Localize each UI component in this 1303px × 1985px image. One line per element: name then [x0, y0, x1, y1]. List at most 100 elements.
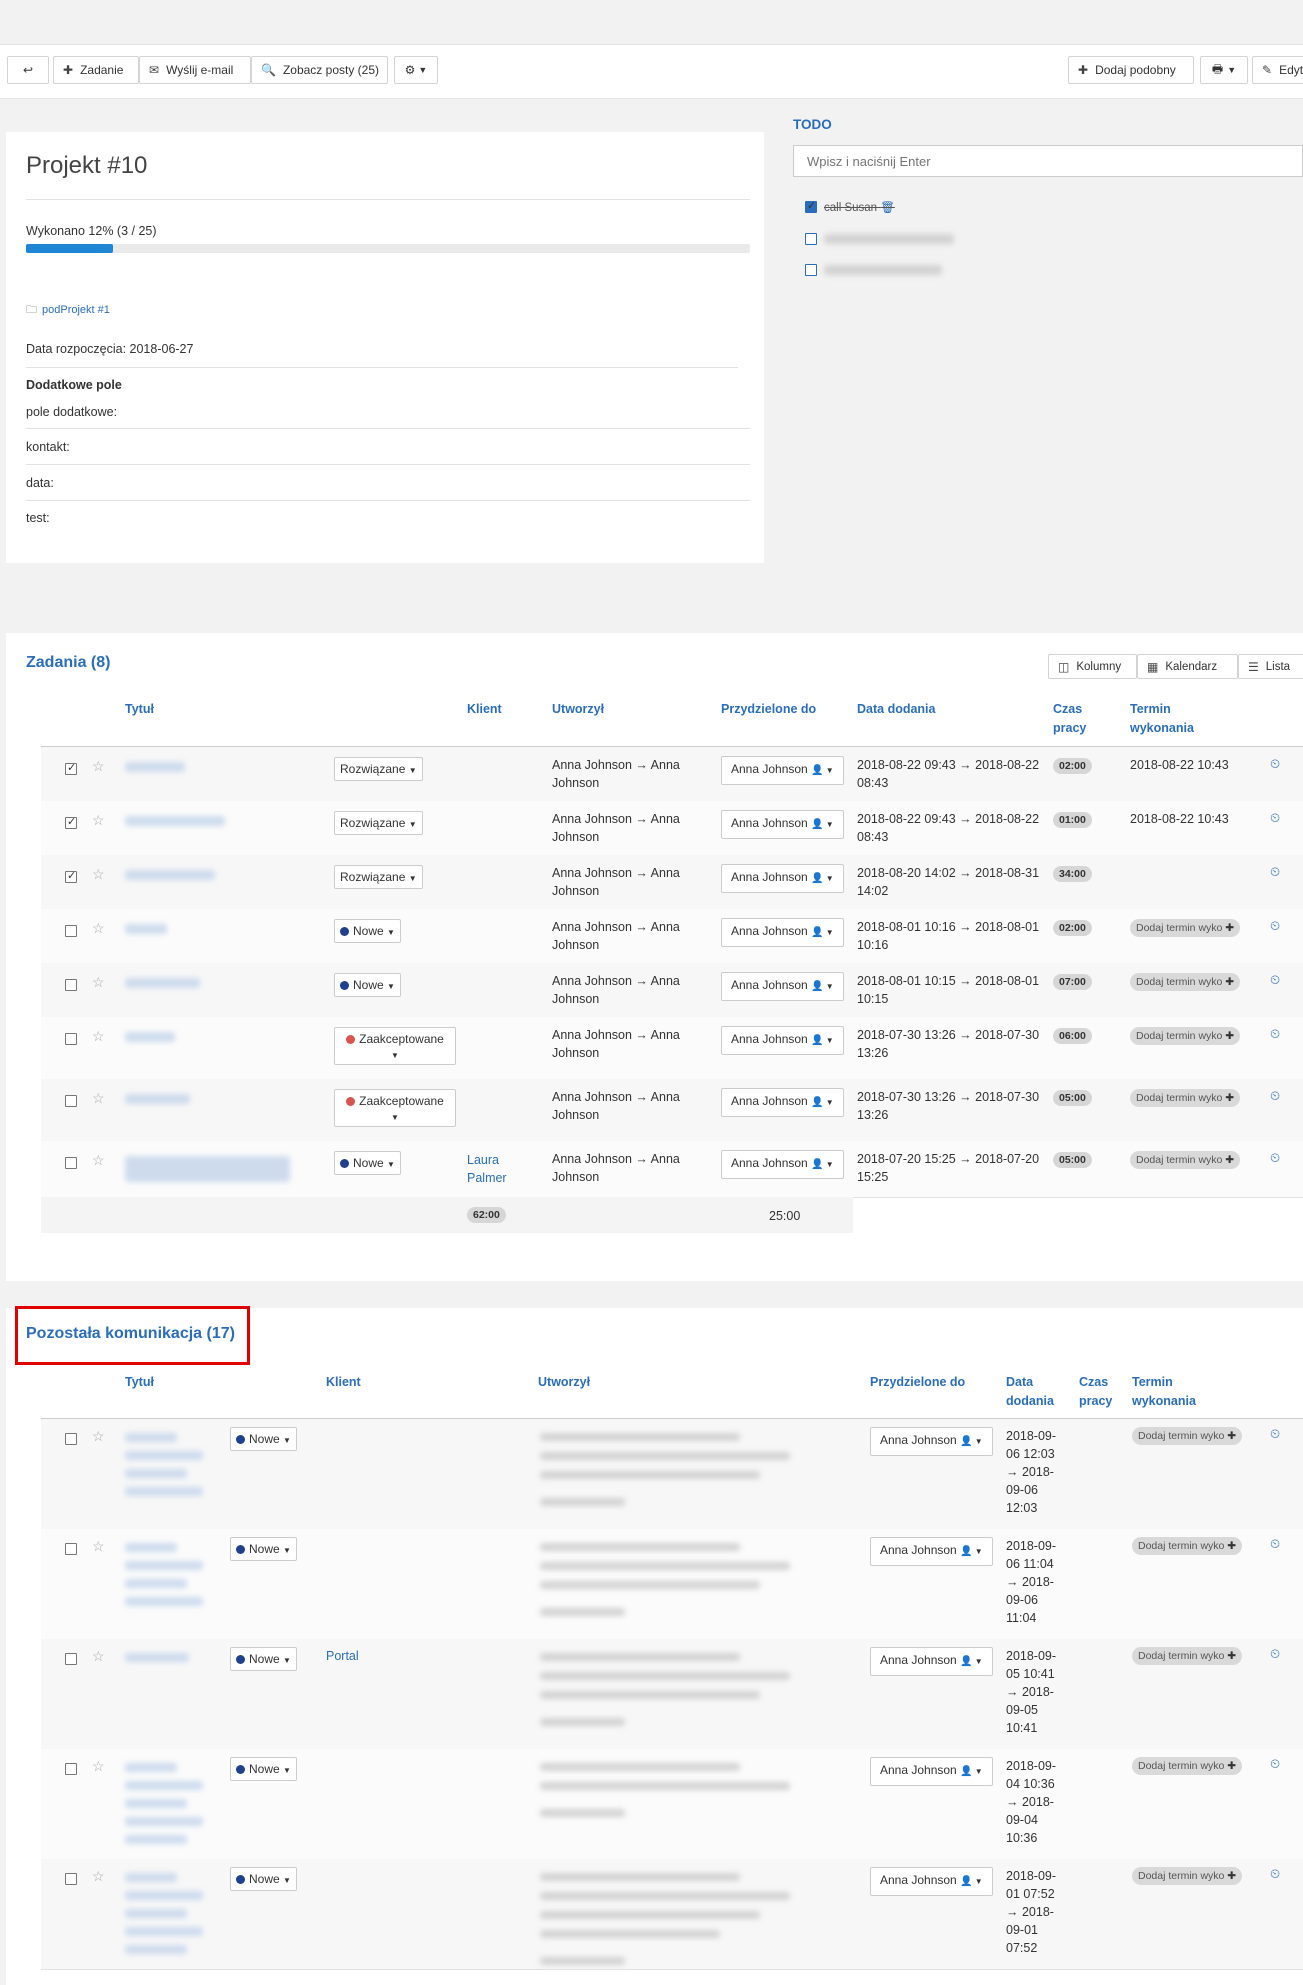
assigned-dropdown[interactable]: Anna Johnson 👤 ▼ — [870, 1867, 993, 1896]
col-due[interactable]: Termin wykonania — [1130, 700, 1194, 738]
row-checkbox[interactable] — [65, 815, 77, 829]
col-date-added[interactable]: Data dodania — [1006, 1373, 1054, 1411]
comm-title-redacted[interactable] — [125, 1653, 189, 1662]
star-icon[interactable]: ☆ — [92, 1028, 105, 1045]
clock-icon[interactable]: ⏲ — [1270, 1088, 1280, 1104]
star-icon[interactable]: ☆ — [92, 1152, 105, 1169]
col-time[interactable]: Czas pracy — [1053, 700, 1086, 738]
row-checkbox[interactable] — [65, 925, 77, 937]
assigned-dropdown[interactable]: Anna Johnson 👤 ▼ — [870, 1647, 993, 1676]
add-due-date-button[interactable]: Dodaj termin wyko ✚ — [1130, 973, 1241, 991]
comm-title-redacted[interactable] — [125, 1945, 187, 1954]
back-button[interactable]: ↩ — [7, 56, 49, 84]
add-due-date-button[interactable]: Dodaj termin wyko ✚ — [1130, 919, 1241, 937]
comm-title-redacted[interactable] — [125, 1763, 177, 1772]
col-client[interactable]: Klient — [467, 700, 502, 719]
client-link[interactable]: Portal — [326, 1647, 359, 1665]
add-due-date-button[interactable]: Dodaj termin wyko ✚ — [1130, 1027, 1241, 1045]
row-checkbox[interactable] — [65, 761, 77, 775]
task-title-redacted[interactable] — [125, 978, 200, 988]
task-title-redacted[interactable] — [125, 816, 225, 826]
clock-icon[interactable]: ⏲ — [1270, 1756, 1280, 1772]
clock-icon[interactable]: ⏲ — [1270, 756, 1280, 772]
star-icon[interactable]: ☆ — [92, 1428, 105, 1445]
col-due[interactable]: Termin wykonania — [1132, 1373, 1196, 1411]
add-due-date-button[interactable]: Dodaj termin wyko ✚ — [1132, 1757, 1243, 1775]
col-client[interactable]: Klient — [326, 1373, 361, 1392]
status-dropdown[interactable]: Zaakceptowane ▼ — [334, 1027, 456, 1065]
status-dropdown[interactable]: Nowe ▼ — [334, 919, 401, 943]
row-checkbox[interactable] — [65, 1157, 77, 1169]
star-icon[interactable]: ☆ — [92, 1538, 105, 1555]
clock-icon[interactable]: ⏲ — [1270, 810, 1280, 826]
clock-icon[interactable]: ⏲ — [1270, 972, 1280, 988]
assigned-dropdown[interactable]: Anna Johnson 👤 ▼ — [721, 1026, 844, 1055]
star-icon[interactable]: ☆ — [92, 974, 105, 991]
status-dropdown[interactable]: Nowe ▼ — [334, 1151, 401, 1175]
clock-icon[interactable]: ⏲ — [1270, 864, 1280, 880]
add-due-date-button[interactable]: Dodaj termin wyko ✚ — [1130, 1089, 1241, 1107]
status-dropdown[interactable]: Rozwiązane ▼ — [334, 757, 423, 781]
col-created[interactable]: Utworzył — [552, 700, 604, 719]
add-similar-button[interactable]: ✚ Dodaj podobny — [1068, 56, 1194, 84]
clock-icon[interactable]: ⏲ — [1270, 1150, 1280, 1166]
status-dropdown[interactable]: Nowe ▼ — [334, 973, 401, 997]
row-checkbox[interactable] — [65, 979, 77, 991]
row-checkbox[interactable] — [65, 1873, 77, 1885]
new-task-button[interactable]: ✚ Zadanie — [53, 56, 139, 84]
star-icon[interactable]: ☆ — [92, 758, 105, 775]
star-icon[interactable]: ☆ — [92, 812, 105, 829]
edit-button[interactable]: ✎ Edyt — [1252, 56, 1303, 84]
todo-checkbox[interactable] — [805, 233, 817, 245]
row-checkbox[interactable] — [65, 1433, 77, 1445]
comm-title-redacted[interactable] — [125, 1781, 203, 1790]
comm-title-redacted[interactable] — [125, 1561, 203, 1570]
view-calendar-button[interactable]: ▦ Kalendarz — [1137, 654, 1238, 679]
status-dropdown[interactable]: Nowe ▼ — [230, 1427, 297, 1451]
col-time[interactable]: Czas pracy — [1079, 1373, 1112, 1411]
row-checkbox[interactable] — [65, 869, 77, 883]
assigned-dropdown[interactable]: Anna Johnson 👤 ▼ — [721, 864, 844, 893]
status-dropdown[interactable]: Rozwiązane ▼ — [334, 865, 423, 889]
comm-title-redacted[interactable] — [125, 1927, 203, 1936]
row-checkbox[interactable] — [65, 1653, 77, 1665]
assigned-dropdown[interactable]: Anna Johnson 👤 ▼ — [870, 1757, 993, 1786]
star-icon[interactable]: ☆ — [92, 1868, 105, 1885]
star-icon[interactable]: ☆ — [92, 1648, 105, 1665]
assigned-dropdown[interactable]: Anna Johnson 👤 ▼ — [721, 756, 844, 785]
assigned-dropdown[interactable]: Anna Johnson 👤 ▼ — [721, 1150, 844, 1179]
comm-title-redacted[interactable] — [125, 1597, 203, 1606]
row-checkbox[interactable] — [65, 1095, 77, 1107]
clock-icon[interactable]: ⏲ — [1270, 918, 1280, 934]
comm-title-redacted[interactable] — [125, 1487, 203, 1496]
add-due-date-button[interactable]: Dodaj termin wyko ✚ — [1132, 1537, 1243, 1555]
add-due-date-button[interactable]: Dodaj termin wyko ✚ — [1130, 1151, 1241, 1169]
task-title-redacted[interactable] — [125, 1032, 175, 1042]
col-title[interactable]: Tytuł — [125, 1373, 154, 1392]
task-title-redacted[interactable] — [125, 924, 167, 934]
comm-title-redacted[interactable] — [125, 1451, 203, 1460]
star-icon[interactable]: ☆ — [92, 866, 105, 883]
task-title-redacted[interactable] — [125, 870, 215, 880]
send-email-button[interactable]: ✉ Wyślij e-mail — [139, 56, 251, 84]
print-dropdown-button[interactable]: 🖶 ▼ — [1200, 56, 1248, 84]
comm-title-redacted[interactable] — [125, 1799, 187, 1808]
task-title-redacted[interactable] — [125, 1156, 290, 1182]
row-checkbox[interactable] — [65, 1033, 77, 1045]
assigned-dropdown[interactable]: Anna Johnson 👤 ▼ — [870, 1537, 993, 1566]
add-due-date-button[interactable]: Dodaj termin wyko ✚ — [1132, 1647, 1243, 1665]
col-date-added[interactable]: Data dodania — [857, 700, 936, 719]
star-icon[interactable]: ☆ — [92, 1090, 105, 1107]
col-created[interactable]: Utworzył — [538, 1373, 590, 1392]
view-list-button[interactable]: ☰ Lista — [1238, 654, 1303, 679]
row-checkbox[interactable] — [65, 1763, 77, 1775]
subproject-link[interactable]: 🗀 podProjekt #1 — [26, 301, 110, 320]
comm-title-redacted[interactable] — [125, 1433, 177, 1442]
status-dropdown[interactable]: Zaakceptowane ▼ — [334, 1089, 456, 1127]
add-due-date-button[interactable]: Dodaj termin wyko ✚ — [1132, 1427, 1243, 1445]
assigned-dropdown[interactable]: Anna Johnson 👤 ▼ — [721, 810, 844, 839]
row-checkbox[interactable] — [65, 1543, 77, 1555]
assigned-dropdown[interactable]: Anna Johnson 👤 ▼ — [721, 918, 844, 947]
todo-checkbox[interactable] — [805, 264, 817, 276]
todo-checkbox-done[interactable] — [805, 199, 817, 213]
